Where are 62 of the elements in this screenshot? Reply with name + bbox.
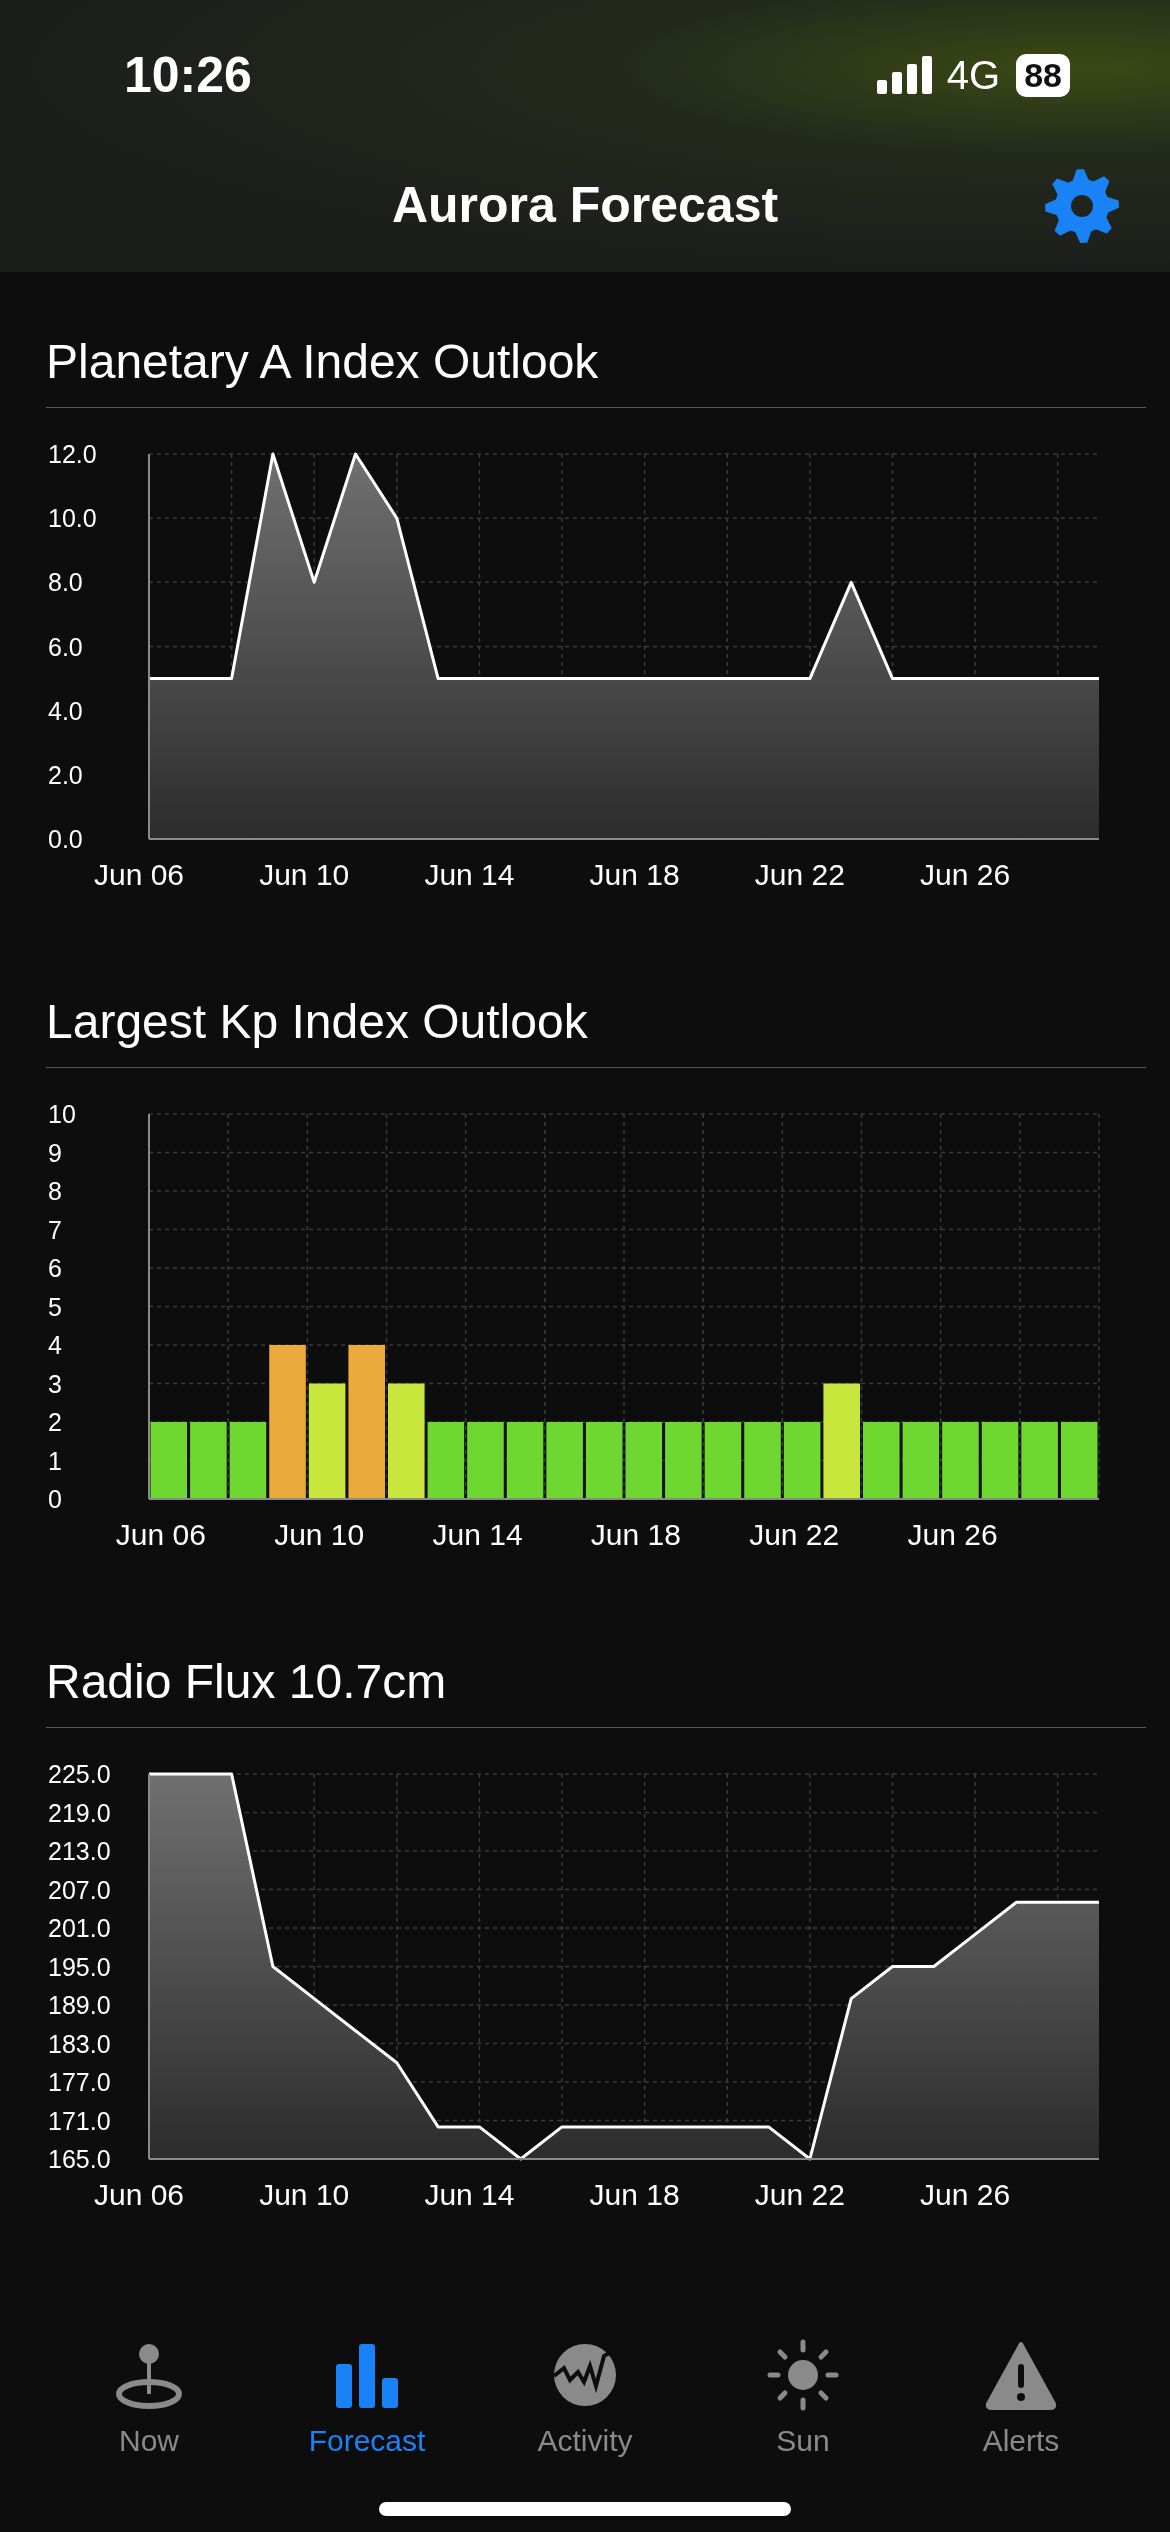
axis-label: 5 [48,1292,62,1321]
axis-label: 0.0 [48,825,83,853]
axis-label: 8.0 [48,568,83,597]
axis-label: 8 [48,1177,62,1205]
chart-title: Planetary A Index Outlook [46,334,1146,408]
axis-label: 0 [48,1485,62,1513]
axis-label: 219.0 [48,1798,111,1827]
axis-label: 171.0 [48,2106,111,2135]
axis-label: Jun 06 [115,1518,206,1550]
axis-label: Jun 18 [589,2178,680,2210]
axis-label: Jun 26 [907,1518,998,1550]
axis-label: Jun 26 [920,2178,1011,2210]
axis-label: 3 [48,1369,62,1398]
axis-label: Jun 06 [93,858,185,890]
axis-label: 189.0 [48,1991,111,2019]
axis-label: 10.0 [48,504,97,533]
axis-label: 12.0 [48,440,97,468]
axis-label: Jun 14 [432,1518,523,1550]
axis-label: 207.0 [48,1875,111,1904]
battery-indicator: 88 [1016,53,1070,97]
axis-label: 7 [48,1215,62,1244]
axis-label: 213.0 [48,1837,111,1865]
axis-label: 183.0 [48,2029,111,2058]
chart-title: Largest Kp Index Outlook [46,994,1146,1068]
axis-label: Jun 10 [274,1518,365,1550]
network-type: 4G [946,52,1001,98]
axis-label: Jun 22 [754,2178,845,2210]
tab-bar-item[interactable]: Activity [495,2338,675,2458]
tab-bar-item[interactable]: Alerts [931,2338,1111,2458]
axis-label: 6 [48,1254,62,1282]
axis-label: Jun 22 [749,1518,840,1550]
signal-icon [876,56,933,94]
axis-label: Jun 06 [93,2178,185,2210]
axis-label: 225.0 [48,1760,111,1788]
axis-label: Jun 22 [754,858,845,890]
axis-label: 10 [48,1100,76,1128]
axis-label: Jun 18 [589,858,680,890]
axis-label: 177.0 [48,2068,111,2096]
tab-bar-item[interactable]: Forecast [277,2338,457,2458]
sun-icon [766,2338,840,2412]
axis-label: 201.0 [48,1914,111,1942]
axis-label: 1 [48,1446,62,1475]
axis-label: 2.0 [48,760,83,789]
axis-label: 4.0 [48,696,83,725]
axis-label: 9 [48,1138,62,1167]
settings-icon[interactable] [1044,168,1120,244]
axis-label: Jun 10 [259,858,350,890]
chart-title: Radio Flux 10.7cm [46,1654,1146,1728]
axis-label: Jun 18 [590,1518,681,1550]
tab-bar-item[interactable]: Now [59,2338,239,2458]
axis-label: Jun 10 [259,2178,350,2210]
tab-bar-item[interactable]: Sun [713,2338,893,2458]
axis-label: 2 [48,1408,62,1436]
axis-label: 195.0 [48,1952,111,1981]
axis-label: Jun 14 [424,2178,515,2210]
screen-title: Aurora Forecast [391,176,779,234]
status-time: 10:26 [124,46,253,104]
axis-label: Jun 14 [424,858,515,890]
axis-label: 6.0 [48,632,83,661]
axis-label: Jun 26 [920,858,1011,890]
axis-label: 165.0 [48,2145,111,2173]
axis-label: 4 [48,1331,62,1359]
